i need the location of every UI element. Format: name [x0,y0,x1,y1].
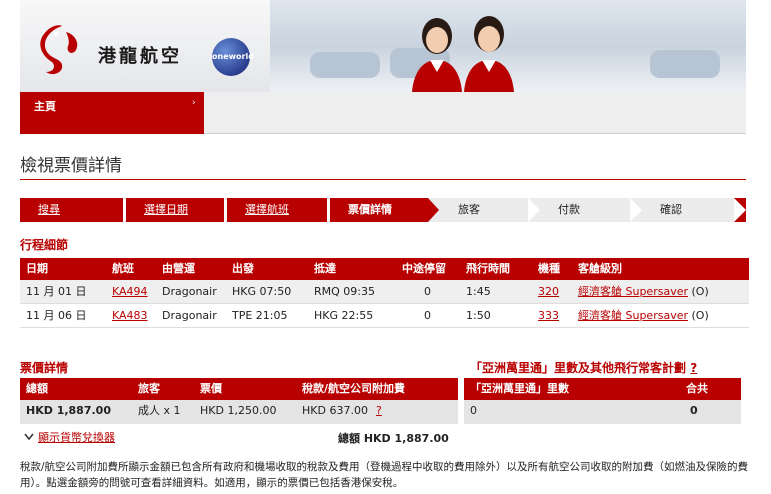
cabin-class-link[interactable]: 經濟客艙 Supersaver [578,285,688,298]
row-operator: Dragonair [162,309,217,322]
step-select-flight-label[interactable]: 選擇航班 [245,198,289,222]
cabin-code: (O) [688,285,709,298]
miles-table: 「亞洲萬里通」里數 合共 0 0 [464,378,741,424]
row-date: 11 月 01 日 [26,285,87,298]
col-duration: 飛行時間 [466,262,510,275]
aircraft-link[interactable]: 320 [538,280,559,304]
step-select-date[interactable]: 選擇日期 [126,198,224,222]
step-payment: 付款 [540,198,630,222]
col-passenger: 旅客 [138,382,160,395]
fare-total: HKD 1,887.00 [26,404,111,417]
step-payment-label: 付款 [558,203,580,216]
col-depart: 出發 [232,262,254,275]
itinerary-row: 11 月 01 日 KA494 Dragonair HKG 07:50 RMQ … [20,280,749,304]
attendant-image-left [412,18,462,92]
flight-link[interactable]: KA483 [112,304,148,328]
header-banner: 港龍航空 oneworld [20,0,746,92]
miles-title-text: 「亞洲萬里通」里數及其他飛行常客計劃 [470,361,687,375]
row-date: 11 月 06 日 [26,309,87,322]
col-cabin: 客艙級別 [578,262,622,275]
col-arrive: 抵達 [314,262,336,275]
col-date: 日期 [26,262,48,275]
nav-home-tab[interactable]: 主頁 › [20,92,204,134]
chevron-down-icon[interactable] [24,433,34,441]
fare-row: HKD 1,887.00 成人 x 1 HKD 1,250.00 HKD 637… [20,400,458,424]
step-fare-details-label: 票價詳情 [348,203,392,216]
step-passengers-label: 旅客 [458,203,480,216]
col-flight: 航班 [112,262,134,275]
row-duration: 1:50 [466,309,491,322]
aircraft-link[interactable]: 333 [538,304,559,328]
miles-row: 0 0 [464,400,741,424]
attendant-image-right [464,16,514,92]
col-fare: 票價 [200,382,222,395]
fare-amount: HKD 1,250.00 [200,404,277,417]
flight-link[interactable]: KA494 [112,280,148,304]
booking-progress: 搜尋 選擇日期 選擇航班 票價詳情 旅客 付款 確認 [20,198,746,222]
tax-help-link[interactable]: ? [376,400,382,422]
main-nav-bar: 主頁 › [20,92,746,134]
currency-converter-link[interactable]: 顯示貨幣兌換器 [38,429,115,445]
cabin-code: (O) [688,309,709,322]
oneworld-logo: oneworld [212,38,254,76]
miles-title: 「亞洲萬里通」里數及其他飛行常客計劃 ? [470,359,697,376]
fare-header-row: 總額 旅客 票價 稅款/航空公司附加費 [20,378,458,400]
miles-header-row: 「亞洲萬里通」里數 合共 [464,378,741,400]
itinerary-title: 行程細節 [20,238,69,252]
row-stops: 0 [424,309,431,322]
itinerary-header-row: 日期 航班 由營運 出發 抵達 中途停留 飛行時間 機種 客艙級別 [20,258,749,280]
dragon-logo-icon [40,25,78,75]
step-passengers: 旅客 [440,198,530,222]
grand-total: 總額 HKD 1,887.00 [338,432,449,445]
row-duration: 1:45 [466,285,491,298]
miles-help-link[interactable]: ? [690,361,697,375]
step-search-label[interactable]: 搜尋 [38,198,60,222]
step-select-date-label[interactable]: 選擇日期 [144,198,188,222]
step-fare-details: 票價詳情 [330,198,428,222]
row-depart: TPE 21:05 [232,309,288,322]
col-aircraft: 機種 [538,262,560,275]
fare-tax: HKD 637.00 [302,404,368,417]
fare-title: 票價詳情 [20,361,69,375]
chevron-right-icon: › [192,98,196,108]
itinerary-table: 日期 航班 由營運 出發 抵達 中途停留 飛行時間 機種 客艙級別 11 月 0… [20,258,749,328]
step-select-flight[interactable]: 選擇航班 [227,198,327,222]
col-miles-total: 合共 [686,382,708,395]
tax-note: 稅款/航空公司附加費所顯示金額已包含所有政府和機場收取的稅款及費用（登機過程中收… [20,461,749,489]
itinerary-row: 11 月 06 日 KA483 Dragonair TPE 21:05 HKG … [20,304,749,328]
col-tax: 稅款/航空公司附加費 [302,382,406,395]
step-confirm-label: 確認 [660,203,682,216]
step-search[interactable]: 搜尋 [20,198,123,222]
col-operator: 由營運 [162,262,195,275]
row-cabin: 經濟客艙 Supersaver (O) [578,280,709,304]
col-stops: 中途停留 [402,262,446,275]
nav-home-label: 主頁 [34,100,56,113]
row-arrive: HKG 22:55 [314,309,374,322]
row-operator: Dragonair [162,285,217,298]
title-divider [20,179,746,180]
row-depart: HKG 07:50 [232,285,292,298]
fare-table: 總額 旅客 票價 稅款/航空公司附加費 HKD 1,887.00 成人 x 1 … [20,378,458,424]
brand-name: 港龍航空 [98,46,182,67]
fare-passenger: 成人 x 1 [138,404,181,417]
row-stops: 0 [424,285,431,298]
miles-total-value: 0 [690,404,698,417]
miles-value: 0 [470,404,477,417]
col-total: 總額 [26,382,48,395]
row-cabin: 經濟客艙 Supersaver (O) [578,304,709,328]
cabin-class-link[interactable]: 經濟客艙 Supersaver [578,309,688,322]
page-title: 檢視票價詳情 [20,156,122,176]
step-confirm: 確認 [642,198,732,222]
row-arrive: RMQ 09:35 [314,285,375,298]
col-miles: 「亞洲萬里通」里數 [470,382,569,395]
